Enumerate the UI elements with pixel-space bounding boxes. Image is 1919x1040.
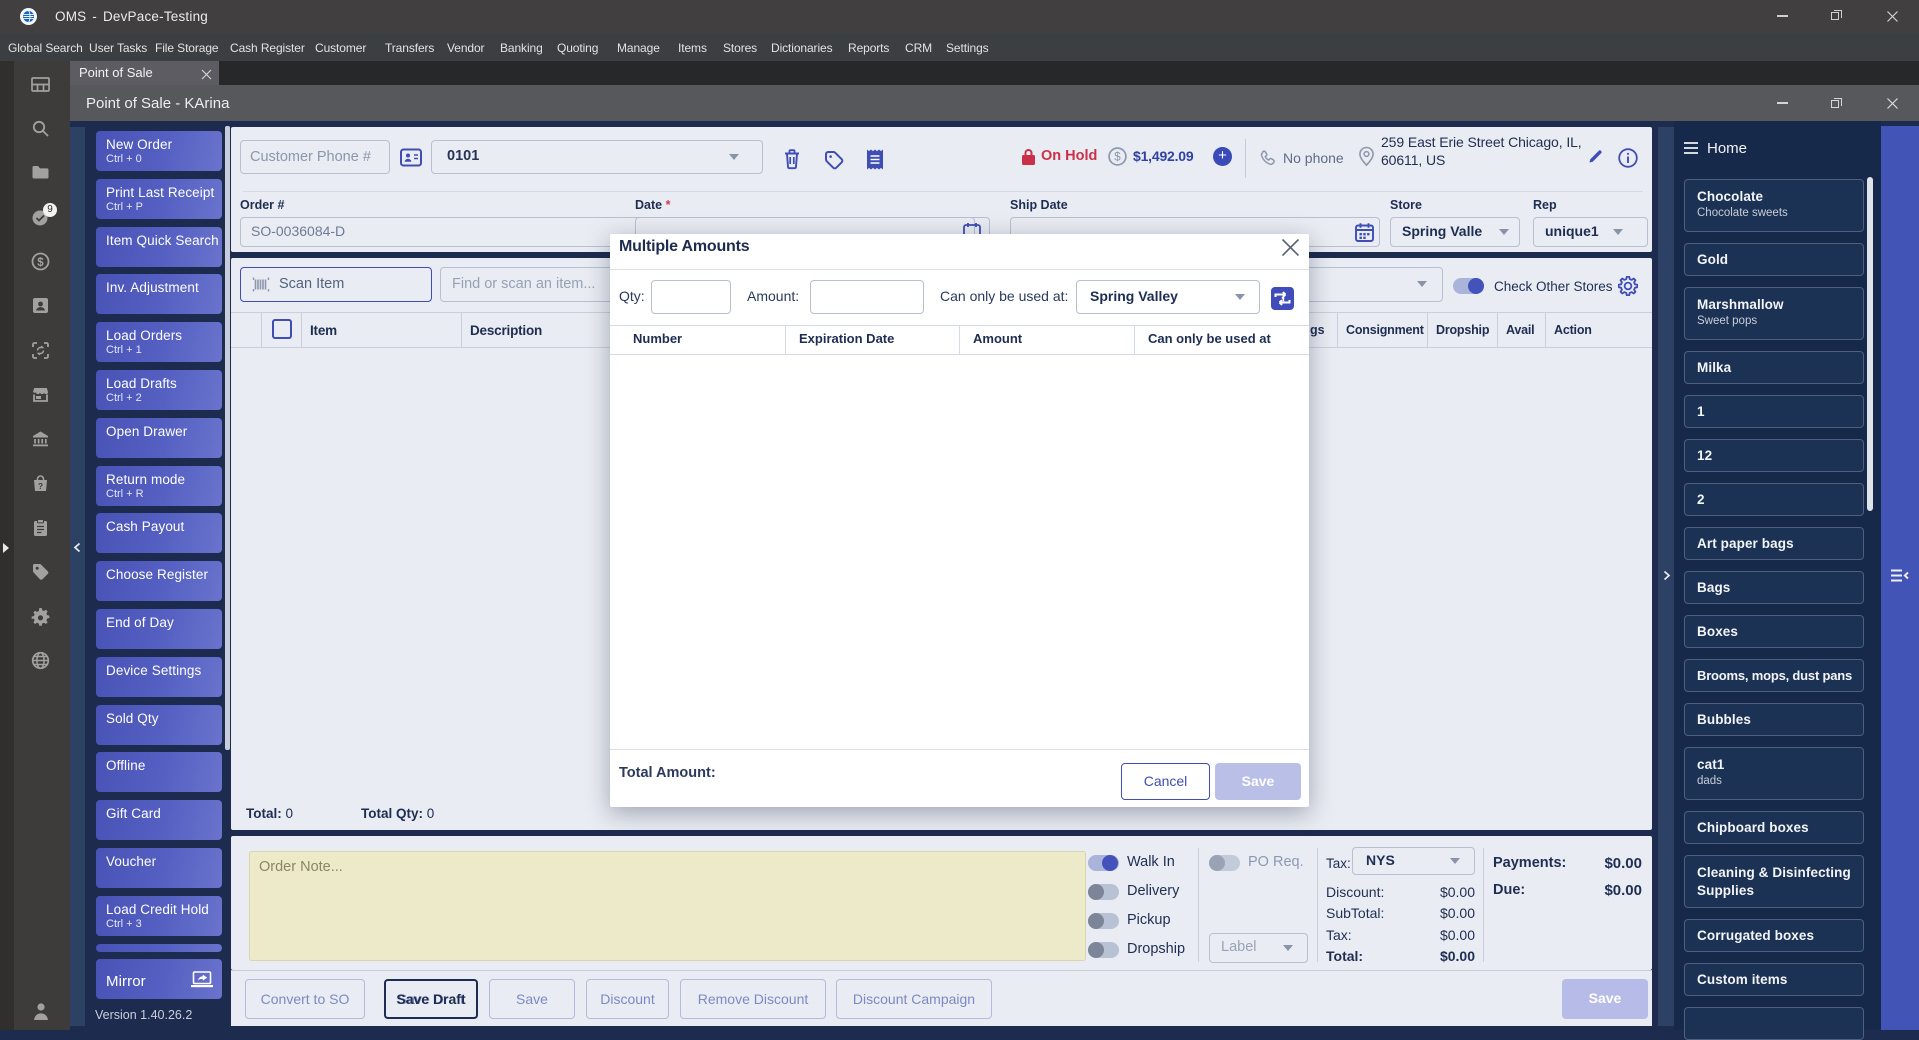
- svg-text:$: $: [37, 257, 44, 269]
- svg-text:$: $: [1114, 152, 1121, 164]
- svg-text:?: ?: [38, 481, 43, 491]
